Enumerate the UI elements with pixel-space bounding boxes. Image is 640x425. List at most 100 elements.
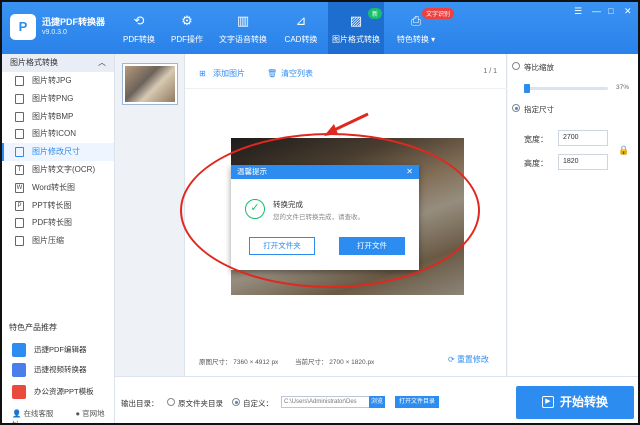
app-name: 迅捷PDF转换器 [42,17,106,27]
resize-icon [15,147,24,158]
featured-ppt-templates[interactable]: 办公资源PPT模板 [10,384,94,400]
ppt-icon: P [15,200,24,211]
sidebar-section-title: 图片格式转换 [10,58,58,67]
minimize-icon[interactable]: — [592,6,601,16]
browse-button[interactable]: 浏览 [369,396,385,408]
image-icon: ▨ [349,13,363,28]
sidebar-item-label: 图片转ICON [32,129,76,139]
sidebar-item-to-png[interactable]: 图片转PNG [2,90,114,108]
proportional-radio[interactable] [512,62,520,70]
sidebar-item-ppt-long[interactable]: P PPT转长图 [2,197,114,215]
preview-toolbar: ⊞ 添加图片 🗑 清空列表 1 / 1 [185,54,507,89]
video-converter-icon [12,363,26,377]
source-dir-radio[interactable] [167,398,175,406]
image-file-icon [15,76,24,86]
lock-icon[interactable]: 🔒 [618,145,629,156]
add-image-label: 添加图片 [213,69,245,78]
online-service-label: 在线客服 [23,409,54,418]
fixed-size-label: 指定尺寸 [524,105,554,114]
annotation-ellipse [180,133,480,288]
scale-slider[interactable] [524,84,608,93]
custom-dir-radio[interactable] [232,398,240,406]
pdf-icon [15,218,24,229]
maximize-icon[interactable]: □ [608,6,613,16]
reset-button[interactable]: ⟳ 重置修改 [448,354,489,365]
waveform-icon: ▥ [236,13,250,28]
fixed-size-radio[interactable] [512,104,520,112]
trash-icon: 🗑 [267,69,278,78]
sidebar-item-word-long[interactable]: W Word转长图 [2,179,114,197]
sidebar-item-to-jpg[interactable]: 图片转JPG [2,72,114,90]
featured-video-converter[interactable]: 迅捷视频转换器 [10,362,87,378]
text-icon: T [15,164,24,175]
reset-icon: ⟳ [448,355,457,364]
sidebar-section-header[interactable]: 图片格式转换 ︿ [2,54,114,72]
width-label: 宽度： [524,135,548,144]
add-image-icon: ⊞ [199,69,206,78]
online-service-link[interactable]: 👤 在线客服 [12,409,63,418]
featured-title: 特色产品推荐 [9,323,57,332]
thumbnail-image [125,66,175,102]
sidebar-item-pdf-long[interactable]: PDF转长图 [2,214,114,232]
sidebar-item-label: PPT转长图 [32,200,72,210]
output-path-input[interactable]: C:\Users\Administrator\Des [281,396,373,408]
slider-knob[interactable] [524,84,530,93]
page-indicator: 1 / 1 [483,68,497,75]
height-input[interactable]: 1820 [558,154,608,170]
height-label: 高度： [524,159,548,168]
nav-label: 图片格式转换 [332,35,380,44]
nav-pdf-operate[interactable]: ⚙ PDF操作 [165,2,209,54]
output-bar: 输出目录： 原文件夹目录 自定义： C:\Users\Administrator… [115,376,638,423]
sidebar-item-to-bmp[interactable]: 图片转BMP [2,108,114,126]
sidebar-item-label: 图片转JPG [32,76,72,85]
app-logo: P [10,14,36,40]
thumbnail-column [115,54,185,423]
clear-list-label: 清空列表 [281,69,313,78]
bottom-links: 👤 在线客服 ● 官网地址 [12,408,114,423]
nav-cad-convert[interactable]: ⊿ CAD转换 [279,2,323,54]
clear-list-button[interactable]: 🗑 清空列表 [267,68,313,79]
featured-label: 迅捷PDF编辑器 [34,345,87,354]
sidebar-item-ocr[interactable]: T 图片转文字(OCR) [2,161,114,179]
image-file-icon [15,111,24,122]
featured-pdf-editor[interactable]: 迅捷PDF编辑器 [10,342,87,358]
play-icon: ▶ [541,395,554,408]
sidebar-item-label: 图片压缩 [32,236,64,246]
sidebar-item-label: 图片修改尺寸 [32,147,80,157]
scale-percent: 37% [616,84,630,91]
featured-label: 办公资源PPT模板 [34,387,94,396]
word-icon: W [15,182,24,193]
current-size: 当前尺寸： 2700 × 1820.px [295,359,375,366]
image-thumbnail[interactable] [122,63,178,105]
sidebar-item-label: PDF转长图 [32,218,72,228]
close-icon[interactable]: ✕ [624,6,632,17]
start-convert-button[interactable]: ▶ 开始转换 [516,386,634,419]
nav-text-speech[interactable]: ▥ 文字语音转换 [215,2,271,54]
open-output-dir-button[interactable]: 打开文件目录 [395,396,439,408]
new-badge: 新 [368,8,383,19]
sidebar-item-compress[interactable]: 图片压缩 [2,232,114,250]
top-header: P 迅捷PDF转换器 v9.0.3.0 ⟲ PDF转换 ⚙ PDF操作 ▥ 文字… [2,2,638,54]
gear-icon: ⚙ [181,13,193,28]
original-size: 原图尺寸： 7360 × 4912 px [199,359,279,366]
image-file-icon [15,129,24,140]
sidebar-item-resize[interactable]: 图片修改尺寸 [2,143,114,161]
start-convert-label: 开始转换 [559,395,608,409]
width-input[interactable]: 2700 [558,130,608,146]
nav-label: CAD转换 [284,35,318,44]
nav-label: 文字语音转换 [219,35,267,44]
cad-icon: ⊿ [295,13,307,28]
sidebar-item-label: 图片转BMP [32,111,74,121]
compress-icon [15,236,24,247]
chevron-up-icon: ︿ [98,58,106,67]
sidebar-item-label: Word转长图 [32,182,75,192]
sidebar: 图片格式转换 ︿ 图片转JPG 图片转PNG 图片转BMP 图片转ICON 图片… [2,54,115,423]
nav-pdf-convert[interactable]: ⟲ PDF转换 [116,2,162,54]
add-image-button[interactable]: ⊞ 添加图片 [199,68,245,79]
nav-label: PDF操作 [171,35,203,44]
nav-label: 特色转换 ▾ [396,35,436,44]
nav-label: PDF转换 [123,35,155,44]
menu-icon[interactable]: ☰ [574,6,582,17]
sidebar-item-to-icon[interactable]: 图片转ICON [2,125,114,143]
sidebar-item-label: 图片转文字(OCR) [32,164,96,174]
